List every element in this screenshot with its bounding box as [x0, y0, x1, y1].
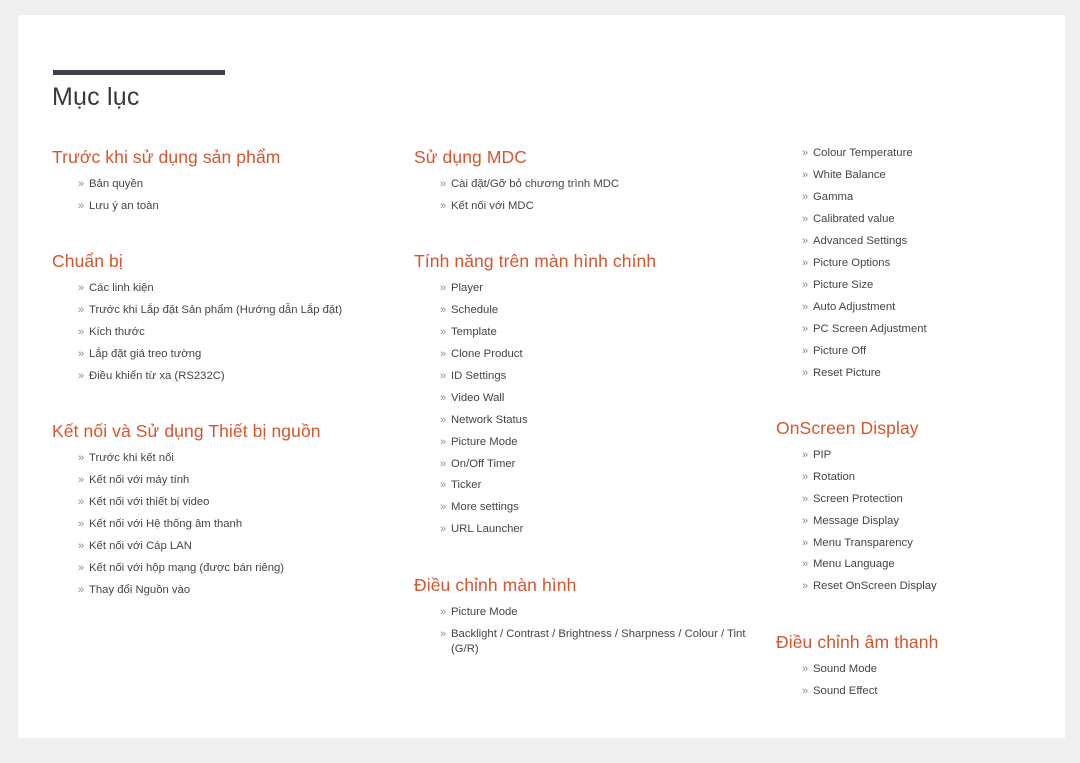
- toc-entry[interactable]: Advanced Settings: [802, 234, 1037, 249]
- toc-entry[interactable]: Network Status: [440, 413, 752, 428]
- toc-entry[interactable]: Trước khi kết nối: [78, 451, 390, 466]
- toc-section: Chuẩn bị Các linh kiện Trước khi Lắp đặt S…: [52, 250, 390, 384]
- toc-entry[interactable]: Picture Mode: [440, 435, 752, 450]
- toc-entry[interactable]: Cài đặt/Gỡ bỏ chương trình MDC: [440, 177, 752, 192]
- toc-entry[interactable]: Calibrated value: [802, 212, 1037, 227]
- toc-entry[interactable]: Player: [440, 281, 752, 296]
- toc-entry[interactable]: Sound Mode: [802, 662, 1037, 677]
- page-title: Mục lục: [52, 83, 140, 111]
- toc-entry[interactable]: Video Wall: [440, 391, 752, 406]
- toc-entry[interactable]: Menu Language: [802, 557, 1037, 572]
- section-heading[interactable]: Điều chỉnh màn hình: [414, 574, 752, 598]
- toc-entry[interactable]: Message Display: [802, 514, 1037, 529]
- toc-column-2: Sử dụng MDC Cài đặt/Gỡ bỏ chương trình MD…: [414, 146, 776, 709]
- toc-entry[interactable]: PIP: [802, 448, 1037, 463]
- toc-entry[interactable]: URL Launcher: [440, 522, 752, 537]
- toc-entry[interactable]: Kích thước: [78, 325, 390, 340]
- toc-entry[interactable]: Gamma: [802, 190, 1037, 205]
- section-heading[interactable]: Trước khi sử dụng sản phẩm: [52, 146, 390, 170]
- toc-columns: Trước khi sử dụng sản phẩm Bản quyền Lưu ý…: [52, 146, 1037, 709]
- toc-column-1: Trước khi sử dụng sản phẩm Bản quyền Lưu ý…: [52, 146, 414, 709]
- toc-entry[interactable]: Picture Size: [802, 278, 1037, 293]
- toc-entry[interactable]: Bản quyền: [78, 177, 390, 192]
- toc-entry[interactable]: Menu Transparency: [802, 536, 1037, 551]
- toc-section: Điều chỉnh âm thanh Sound Mode Sound Effec…: [776, 631, 1037, 699]
- toc-entry[interactable]: Sound Effect: [802, 684, 1037, 699]
- toc-item-list: Player Schedule Template Clone Product ID Se…: [414, 281, 752, 538]
- toc-entry[interactable]: Picture Mode: [440, 605, 752, 620]
- toc-section: Tính năng trên màn hình chính Player Sched…: [414, 250, 752, 538]
- toc-section: Kết nối và Sử dụng Thiết bị nguồn Trước k…: [52, 420, 390, 598]
- toc-entry[interactable]: Clone Product: [440, 347, 752, 362]
- toc-entry[interactable]: Kết nối với Cáp LAN: [78, 539, 390, 554]
- toc-section: Điều chỉnh màn hình Picture Mode Backlight…: [414, 574, 752, 657]
- toc-entry[interactable]: Kết nối với Hệ thống âm thanh: [78, 517, 390, 532]
- section-heading[interactable]: OnScreen Display: [776, 417, 1037, 441]
- toc-item-list: Bản quyền Lưu ý an toàn: [52, 177, 390, 214]
- toc-item-list: Sound Mode Sound Effect: [776, 662, 1037, 699]
- toc-entry[interactable]: White Balance: [802, 168, 1037, 183]
- toc-column-3: Colour Temperature White Balance Gamma Cali…: [776, 146, 1037, 709]
- toc-entry[interactable]: Kết nối với thiết bị video: [78, 495, 390, 510]
- toc-entry[interactable]: Rotation: [802, 470, 1037, 485]
- toc-section: Colour Temperature White Balance Gamma Cali…: [776, 146, 1037, 381]
- toc-entry[interactable]: PC Screen Adjustment: [802, 322, 1037, 337]
- toc-entry[interactable]: Thay đổi Nguồn vào: [78, 583, 390, 598]
- toc-section: Trước khi sử dụng sản phẩm Bản quyền Lưu ý…: [52, 146, 390, 214]
- toc-section: OnScreen Display PIP Rotation Screen Protec…: [776, 417, 1037, 595]
- section-heading[interactable]: Sử dụng MDC: [414, 146, 752, 170]
- toc-section: Sử dụng MDC Cài đặt/Gỡ bỏ chương trình MD…: [414, 146, 752, 214]
- toc-entry[interactable]: ID Settings: [440, 369, 752, 384]
- toc-item-list: Trước khi kết nối Kết nối với máy tính Kết…: [52, 451, 390, 598]
- toc-entry[interactable]: Lắp đặt giá treo tường: [78, 347, 390, 362]
- toc-entry[interactable]: Picture Off: [802, 344, 1037, 359]
- toc-entry[interactable]: Picture Options: [802, 256, 1037, 271]
- section-heading[interactable]: Điều chỉnh âm thanh: [776, 631, 1037, 655]
- title-rule: [53, 70, 225, 75]
- toc-item-list: Cài đặt/Gỡ bỏ chương trình MDC Kết nối vớ…: [414, 177, 752, 214]
- toc-entry[interactable]: Screen Protection: [802, 492, 1037, 507]
- toc-entry[interactable]: Template: [440, 325, 752, 340]
- toc-item-list: Các linh kiện Trước khi Lắp đặt Sản phẩm …: [52, 281, 390, 384]
- toc-entry[interactable]: Kết nối với máy tính: [78, 473, 390, 488]
- toc-entry[interactable]: More settings: [440, 500, 752, 515]
- toc-entry[interactable]: Điều khiển từ xa (RS232C): [78, 369, 390, 384]
- toc-item-list: PIP Rotation Screen Protection Message Disp…: [776, 448, 1037, 595]
- toc-entry[interactable]: Reset Picture: [802, 366, 1037, 381]
- toc-entry[interactable]: Schedule: [440, 303, 752, 318]
- section-heading[interactable]: Kết nối và Sử dụng Thiết bị nguồn: [52, 420, 390, 444]
- toc-item-list: Colour Temperature White Balance Gamma Cali…: [776, 146, 1037, 381]
- toc-entry[interactable]: Kết nối với hộp mạng (được bán riêng): [78, 561, 390, 576]
- toc-entry[interactable]: Các linh kiện: [78, 281, 390, 296]
- toc-entry[interactable]: Colour Temperature: [802, 146, 1037, 161]
- toc-entry[interactable]: Backlight / Contrast / Brightness / Shar…: [440, 627, 752, 658]
- toc-entry[interactable]: Trước khi Lắp đặt Sản phẩm (Hướng dẫn Lắ…: [78, 303, 390, 318]
- toc-entry[interactable]: On/Off Timer: [440, 457, 752, 472]
- toc-item-list: Picture Mode Backlight / Contrast / Brigh…: [414, 605, 752, 658]
- section-heading[interactable]: Chuẩn bị: [52, 250, 390, 274]
- toc-entry[interactable]: Ticker: [440, 478, 752, 493]
- toc-entry[interactable]: Reset OnScreen Display: [802, 579, 1037, 594]
- toc-entry[interactable]: Kết nối với MDC: [440, 199, 752, 214]
- section-heading[interactable]: Tính năng trên màn hình chính: [414, 250, 752, 274]
- toc-entry[interactable]: Auto Adjustment: [802, 300, 1037, 315]
- document-page: Mục lục Trước khi sử dụng sản phẩm Bản qu…: [18, 15, 1065, 738]
- toc-entry[interactable]: Lưu ý an toàn: [78, 199, 390, 214]
